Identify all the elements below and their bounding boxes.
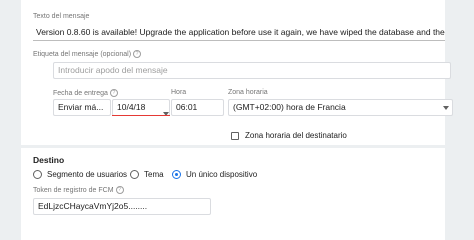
fcm-token-label: Token de registro de FCM?: [33, 186, 124, 195]
recipient-timezone-label: Zona horaria del destinatario: [245, 131, 347, 140]
timezone-value: (GMT+02:00) hora de Francia: [233, 102, 346, 112]
help-icon[interactable]: ?: [109, 89, 118, 97]
send-option-value: Enviar má...: [58, 102, 104, 112]
time-input[interactable]: 06:01: [171, 99, 224, 116]
time-label: Hora: [171, 89, 187, 96]
fcm-token-input[interactable]: EdLjzcCHaycaVmYj2o5........: [33, 198, 211, 215]
message-text-label: Texto del mensaje: [33, 13, 90, 20]
timezone-select[interactable]: (GMT+02:00) hora de Francia: [228, 99, 453, 116]
target-card: Destino Segmento de usuarios Tema Un úni…: [21, 148, 445, 240]
message-tag-input[interactable]: Introducir apodo del mensaje: [53, 62, 451, 79]
option-user-segment: Segmento de usuarios: [47, 170, 128, 179]
recipient-timezone-checkbox[interactable]: [231, 132, 239, 140]
target-heading: Destino: [33, 155, 65, 165]
radio-single-device[interactable]: [172, 170, 181, 179]
date-error-underline: [112, 115, 170, 116]
message-card: Texto del mensaje Version 0.8.60 is avai…: [21, 0, 453, 145]
option-topic: Tema: [144, 170, 164, 179]
timezone-label: Zona horaria: [228, 89, 268, 96]
option-single-device: Un único dispositivo: [186, 170, 258, 179]
help-icon[interactable]: ?: [115, 186, 124, 194]
send-option-select[interactable]: Enviar má...: [53, 99, 111, 116]
delivery-date-input[interactable]: 10/4/18: [112, 99, 170, 116]
radio-topic[interactable]: [130, 170, 139, 179]
message-text-field[interactable]: Version 0.8.60 is available! Upgrade the…: [33, 24, 445, 41]
chevron-down-icon: [443, 106, 449, 110]
delivery-date-value: 10/4/18: [117, 102, 146, 112]
delivery-date-label: Fecha de entrega?: [53, 89, 118, 98]
help-icon[interactable]: ?: [133, 50, 142, 58]
radio-user-segment[interactable]: [33, 170, 42, 179]
message-tag-label: Etiqueta del mensaje (opcional)?: [33, 50, 142, 59]
